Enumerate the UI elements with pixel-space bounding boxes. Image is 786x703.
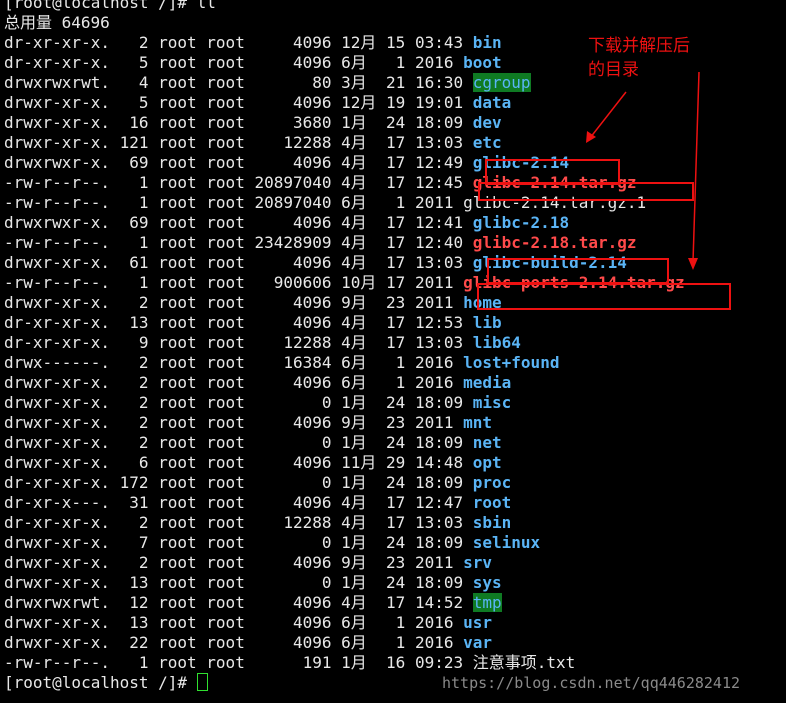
watermark: https://blog.csdn.net/qq446282412 xyxy=(442,674,741,692)
arrow-line-right xyxy=(692,71,700,263)
arrow-line-left xyxy=(589,91,627,139)
arrow-head-right xyxy=(688,258,698,270)
annotation-arrows xyxy=(586,71,700,270)
